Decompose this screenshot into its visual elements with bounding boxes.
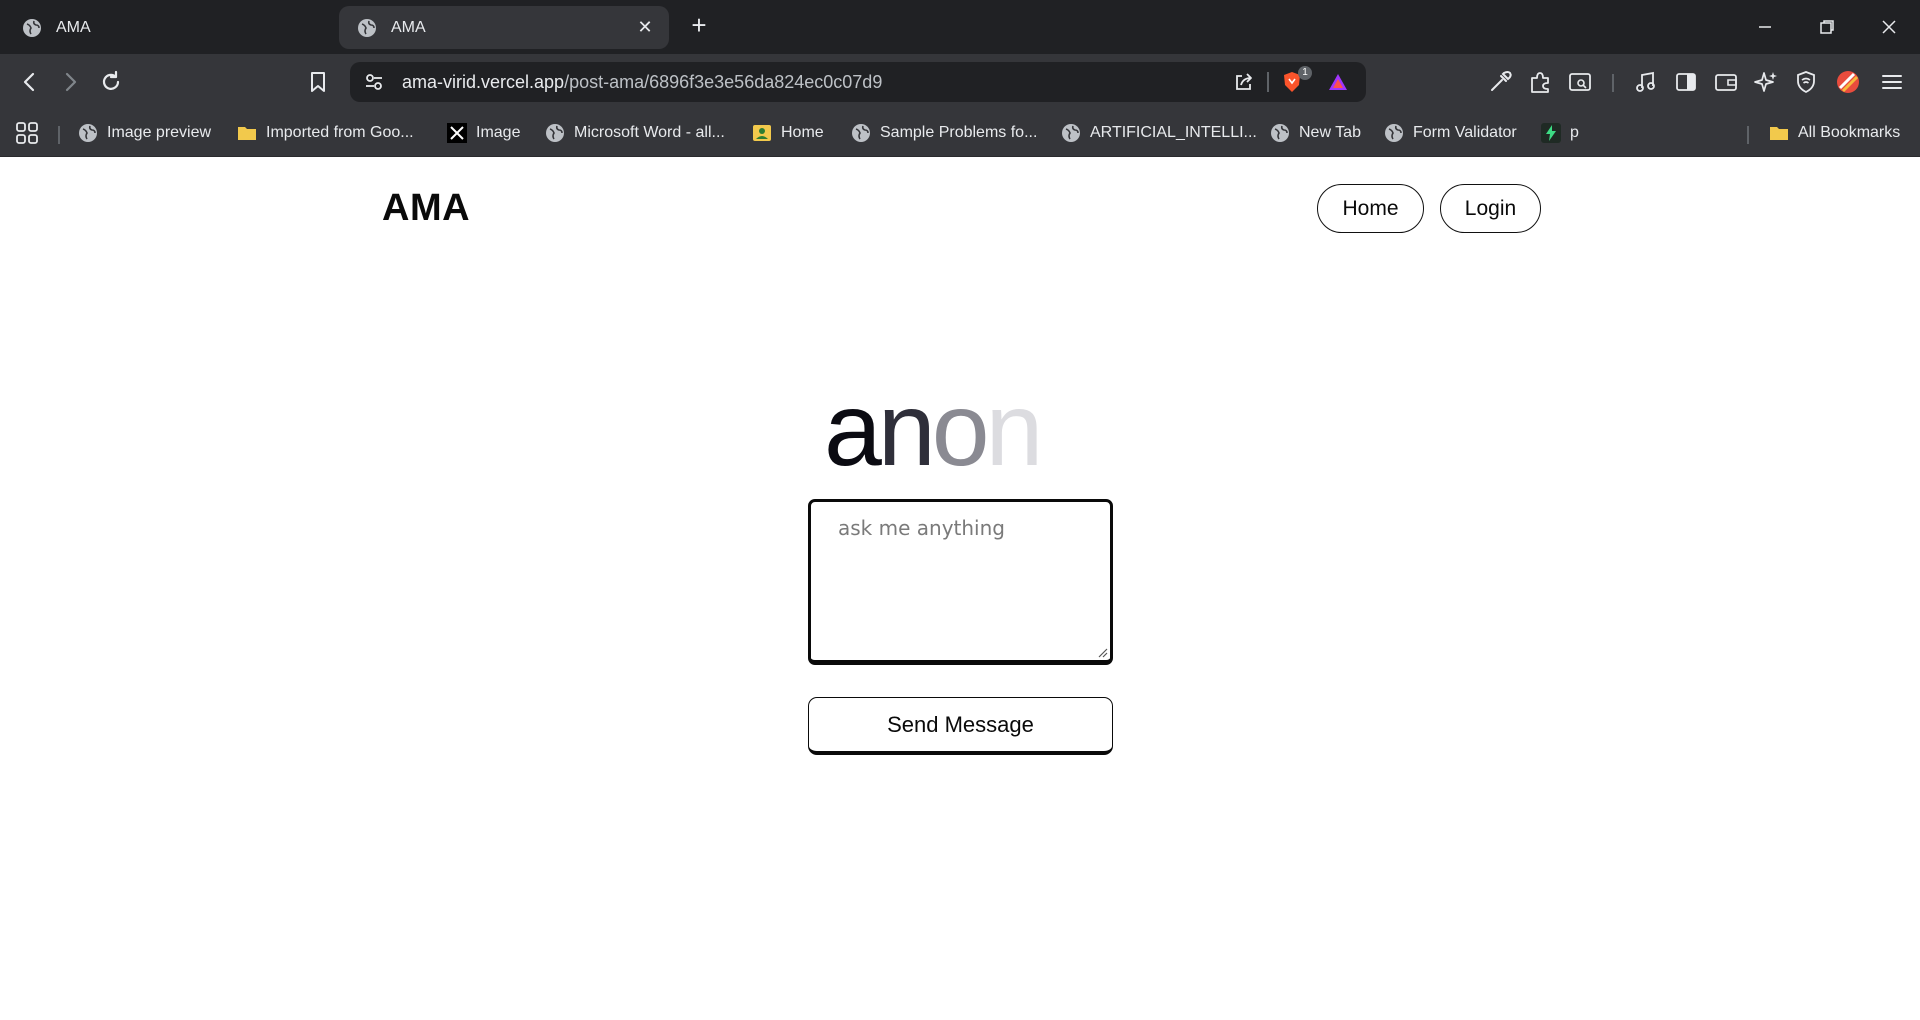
all-bookmarks-folder[interactable]: All Bookmarks [1769,120,1900,146]
hero-word: anon [824,372,1039,479]
restore-icon[interactable] [1814,14,1840,40]
tab-ama-1[interactable]: AMA [4,6,334,49]
bookmark-label: Imported from Goo... [266,124,414,141]
page-content: AMA Home Login anon Send Message [0,157,1920,1020]
media-icon[interactable] [1632,68,1660,96]
bookmarks-bar: Image preview Imported from Goo... Image… [0,110,1920,157]
bookmark-label: Sample Problems fo... [880,124,1038,141]
divider [1612,74,1614,92]
hero-word-graphic: anon [824,372,1043,488]
x-logo-icon [447,123,467,143]
bolt-icon [1541,123,1561,143]
bookmark-form-validator[interactable]: Form Validator [1384,120,1517,146]
close-window-icon[interactable] [1876,14,1902,40]
share-icon[interactable] [1232,70,1256,94]
wallet-icon[interactable] [1712,68,1740,96]
bookmark-sample-problems[interactable]: Sample Problems fo... [851,120,1037,146]
bookmark-new-tab[interactable]: New Tab [1270,120,1361,146]
resize-handle-icon[interactable] [1096,646,1108,658]
address-bar[interactable]: ama-virid.vercel.app/post-ama/6896f3e3e5… [350,62,1366,102]
browser-toolbar: ama-virid.vercel.app/post-ama/6896f3e3e5… [0,54,1920,110]
bookmark-label: New Tab [1299,124,1361,141]
bookmark-label: Image preview [107,124,212,141]
site-logo[interactable]: AMA [382,187,470,230]
globe-icon [358,18,376,37]
globe-icon [78,123,98,143]
login-button[interactable]: Login [1440,184,1541,233]
globe-icon [23,18,41,37]
all-bookmarks-label: All Bookmarks [1798,124,1901,141]
divider [1747,126,1749,144]
globe-icon [1061,123,1081,143]
site-settings-icon[interactable] [362,70,386,94]
minimize-icon[interactable] [1752,14,1778,40]
bookmark-label: Microsoft Word - all... [574,124,725,141]
bookmark-label: Home [781,124,824,141]
tab-ama-2[interactable]: AMA ✕ [339,6,669,49]
home-button[interactable]: Home [1317,184,1424,233]
tab-title: AMA [56,18,91,36]
bookmark-image-x[interactable]: Image [447,120,520,146]
send-message-button[interactable]: Send Message [808,697,1113,755]
url-path: /post-ama/6896f3e3e56da824ec0c07d9 [564,72,883,92]
globe-icon [545,123,565,143]
forward-icon[interactable] [56,68,84,96]
bookmark-microsoft-word[interactable]: Microsoft Word - all... [545,120,725,146]
bookmark-icon[interactable] [304,68,332,96]
menu-icon[interactable] [1878,68,1906,96]
bookmark-artificial-intelli[interactable]: ARTIFICIAL_INTELLI... [1061,120,1257,146]
bookmark-p[interactable]: p [1541,120,1579,146]
globe-icon [1270,123,1290,143]
brave-rewards-icon[interactable] [1326,70,1350,94]
bookmark-label: ARTIFICIAL_INTELLI... [1090,124,1257,141]
hero-heading: anon [820,369,1100,488]
extensions-icon[interactable] [1526,68,1554,96]
tab-strip: AMA AMA ✕ + [0,0,1920,54]
eyedropper-icon[interactable] [1486,68,1514,96]
tab-title: AMA [391,18,426,36]
bookmark-label: Form Validator [1413,124,1517,141]
hero-letter: n [878,372,932,479]
reload-icon[interactable] [97,68,125,96]
message-box[interactable] [808,499,1113,665]
url-host: ama-virid.vercel.app [402,72,565,92]
hero-letter: o [932,372,986,479]
globe-icon [851,123,871,143]
screenshot-icon[interactable] [1566,68,1594,96]
new-tab-icon[interactable]: + [686,12,712,39]
divider [1267,72,1269,92]
bookmark-image-preview[interactable]: Image preview [78,120,211,146]
close-tab-icon[interactable]: ✕ [635,17,655,37]
hero-letter: a [824,372,882,479]
url-text: ama-virid.vercel.app/post-ama/6896f3e3e5… [402,72,882,93]
shield-badge: 1 [1298,66,1312,80]
image-icon [752,123,772,143]
divider [58,126,60,144]
folder-icon [237,123,257,143]
apps-grid-icon[interactable] [14,120,40,146]
leo-ai-icon[interactable] [1752,68,1780,96]
message-textarea[interactable] [811,502,1110,660]
sidebar-icon[interactable] [1672,68,1700,96]
bookmark-label: p [1570,124,1579,141]
profile-avatar-icon[interactable] [1834,68,1862,96]
globe-icon [1384,123,1404,143]
bookmark-label: Image [476,124,521,141]
bookmark-imported-folder[interactable]: Imported from Goo... [237,120,414,146]
vpn-shield-icon[interactable] [1792,68,1820,96]
folder-icon [1769,123,1789,143]
back-icon[interactable] [16,68,44,96]
hero-letter: n [986,372,1040,479]
bookmark-home[interactable]: Home [752,120,824,146]
